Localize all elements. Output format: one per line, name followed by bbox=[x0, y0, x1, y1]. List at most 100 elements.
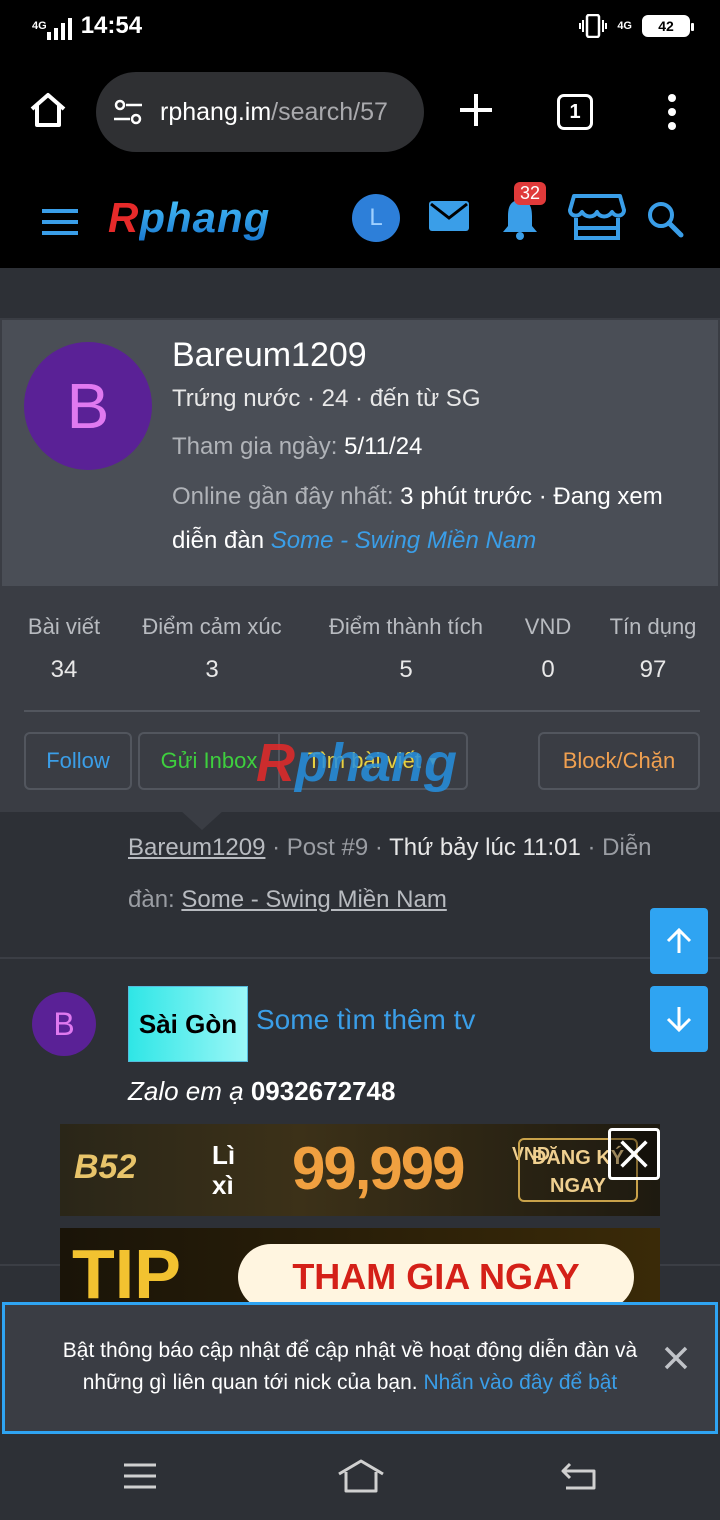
ad-lixi: Lì xì bbox=[212, 1140, 236, 1200]
back-icon[interactable] bbox=[560, 1460, 598, 1492]
post-snippet: Zalo em ạ 0932672748 bbox=[128, 1076, 395, 1107]
member-title: Trứng nước · 24 · đến từ SG bbox=[172, 385, 481, 412]
stat-reactions: Điểm cảm xúc 3 bbox=[134, 614, 290, 684]
joined-label: Tham gia ngày: bbox=[172, 433, 338, 460]
thread-avatar-initial: B bbox=[53, 1005, 75, 1042]
system-home-icon[interactable] bbox=[336, 1458, 386, 1494]
forum-link[interactable]: Some - Swing Miền Nam bbox=[181, 886, 446, 913]
ad-close-icon[interactable] bbox=[608, 1128, 660, 1180]
inbox-icon[interactable] bbox=[428, 200, 470, 232]
stat-label: VND bbox=[524, 614, 572, 639]
logo-r: R bbox=[108, 194, 140, 241]
member-avatar-initial: B bbox=[66, 370, 110, 442]
user-initial: L bbox=[369, 204, 383, 231]
hamburger-menu-icon[interactable] bbox=[40, 208, 80, 236]
ad-banner-tip[interactable]: TIP THAM GIA NGAY bbox=[60, 1228, 660, 1308]
address-bar[interactable]: rphang.im/search/57 bbox=[96, 72, 424, 152]
stat-label: Bài viết bbox=[27, 614, 101, 639]
post-meta: Bareum1209 · Post #9 · Thứ bảy lúc 11:01… bbox=[128, 822, 698, 926]
member-info: B Bareum1209 Trứng nước · 24 · đến từ SG… bbox=[2, 320, 718, 586]
arrow-down-icon bbox=[666, 1007, 692, 1033]
block-button[interactable]: Block/Chặn bbox=[538, 732, 700, 790]
scroll-bottom-button[interactable] bbox=[650, 986, 708, 1052]
snippet-phone: 0932672748 bbox=[250, 1076, 396, 1106]
separator: · bbox=[272, 834, 281, 861]
follow-button[interactable]: Follow bbox=[24, 732, 132, 790]
member-stats: Bài viết 34 Điểm cảm xúc 3 Điểm thành tí… bbox=[2, 586, 718, 812]
close-icon[interactable] bbox=[663, 1345, 689, 1371]
stat-vnd: VND 0 bbox=[520, 614, 576, 684]
ad2-cta: THAM GIA NGAY bbox=[238, 1244, 634, 1308]
store-icon[interactable] bbox=[568, 192, 626, 242]
recent-apps-icon[interactable] bbox=[122, 1462, 158, 1490]
clock: 14:54 bbox=[80, 12, 143, 39]
post-number[interactable]: Post #9 bbox=[287, 834, 368, 861]
search-icon[interactable] bbox=[646, 200, 684, 238]
viewing-prefix: diễn đàn bbox=[172, 527, 265, 554]
separator: · bbox=[587, 834, 596, 861]
thread-prefix-tag[interactable]: Sài Gòn bbox=[128, 986, 248, 1062]
logo-text: phang bbox=[139, 194, 271, 241]
stat-posts: Bài viết 34 bbox=[22, 614, 106, 684]
url-host: rphang.im bbox=[160, 97, 272, 126]
ad2-brand: TIP bbox=[72, 1235, 181, 1308]
viewing-forum-link[interactable]: Some - Swing Miền Nam bbox=[271, 527, 536, 554]
new-tab-icon[interactable] bbox=[456, 90, 496, 130]
browser-toolbar: rphang.im/search/57 1 bbox=[0, 56, 720, 168]
stat-label: Điểm cảm xúc bbox=[142, 614, 282, 639]
tab-switcher-button[interactable]: 1 bbox=[557, 94, 593, 130]
divider bbox=[660, 1264, 720, 1266]
member-joined: Tham gia ngày: 5/11/24 bbox=[172, 424, 422, 470]
online-value: 3 phút trước · Đang xem bbox=[400, 483, 663, 510]
find-posts-button[interactable]: Tìm bài viết ▼ bbox=[278, 732, 468, 790]
member-viewing: diễn đàn Some - Swing Miền Nam bbox=[172, 518, 536, 564]
stat-label: Điểm thành tích bbox=[328, 614, 484, 639]
site-logo[interactable]: Rphang bbox=[108, 194, 270, 242]
user-avatar[interactable]: L bbox=[352, 194, 400, 242]
thread-title-link[interactable]: Some tìm thêm tv bbox=[256, 1004, 475, 1036]
post-time: Thứ bảy lúc 11:01 bbox=[389, 834, 581, 861]
home-icon[interactable] bbox=[28, 90, 68, 130]
network-indicator: 4G bbox=[32, 19, 47, 32]
stat-value: 5 bbox=[399, 656, 413, 683]
ad-banner-b52[interactable]: B52 Lì xì 99,999 VND ĐĂNG KÝ NGAY bbox=[60, 1124, 660, 1216]
ad-brand: B52 bbox=[74, 1148, 137, 1186]
thread-author-avatar[interactable]: B bbox=[32, 992, 96, 1056]
url-path: /search/57 bbox=[271, 97, 388, 126]
member-last-seen: Online gần đây nhất: 3 phút trước · Đang… bbox=[172, 474, 663, 520]
alert-badge: 32 bbox=[514, 182, 547, 205]
arrow-up-icon bbox=[666, 927, 692, 953]
stat-value: 34 bbox=[50, 656, 78, 683]
enable-notifications-link[interactable]: Nhấn vào đây để bật bbox=[423, 1371, 617, 1394]
post-author-link[interactable]: Bareum1209 bbox=[128, 834, 265, 861]
network-indicator-right: 4G bbox=[617, 19, 632, 32]
more-options-icon[interactable] bbox=[664, 94, 680, 130]
site-settings-icon[interactable] bbox=[112, 98, 144, 126]
scroll-top-button[interactable] bbox=[650, 908, 708, 974]
stat-credit: Tín dụng 97 bbox=[604, 614, 702, 684]
stat-value: 97 bbox=[639, 656, 667, 683]
stat-points: Điểm thành tích 5 bbox=[320, 614, 492, 684]
system-navigation-bar bbox=[0, 1436, 720, 1520]
notification-message: Bật thông báo cập nhật để cập nhật về ho… bbox=[45, 1335, 655, 1399]
status-bar: 4G 14:54 4G 42 bbox=[0, 0, 720, 56]
divider bbox=[0, 1264, 60, 1266]
vibrate-icon bbox=[579, 14, 608, 38]
stat-value: 3 bbox=[205, 656, 219, 683]
stat-label: Tín dụng bbox=[609, 614, 697, 639]
member-username[interactable]: Bareum1209 bbox=[172, 336, 367, 375]
ad-amount: 99,999 bbox=[292, 1135, 466, 1202]
online-label: Online gần đây nhất: bbox=[172, 483, 394, 510]
joined-value: 5/11/24 bbox=[344, 433, 423, 460]
push-notification-banner[interactable]: Bật thông báo cập nhật để cập nhật về ho… bbox=[2, 1302, 718, 1434]
stat-value: 0 bbox=[541, 656, 555, 683]
chevron-down-icon: ▼ bbox=[426, 754, 439, 768]
divider bbox=[0, 957, 720, 959]
battery-icon: 42 bbox=[642, 15, 694, 37]
signal-icon bbox=[46, 18, 72, 40]
site-header: Rphang L 32 bbox=[0, 168, 720, 268]
stats-divider bbox=[24, 710, 700, 712]
send-inbox-button[interactable]: Gửi Inbox bbox=[138, 732, 278, 790]
member-avatar[interactable]: B bbox=[24, 342, 152, 470]
snippet-italic: Zalo em ạ bbox=[128, 1076, 244, 1106]
